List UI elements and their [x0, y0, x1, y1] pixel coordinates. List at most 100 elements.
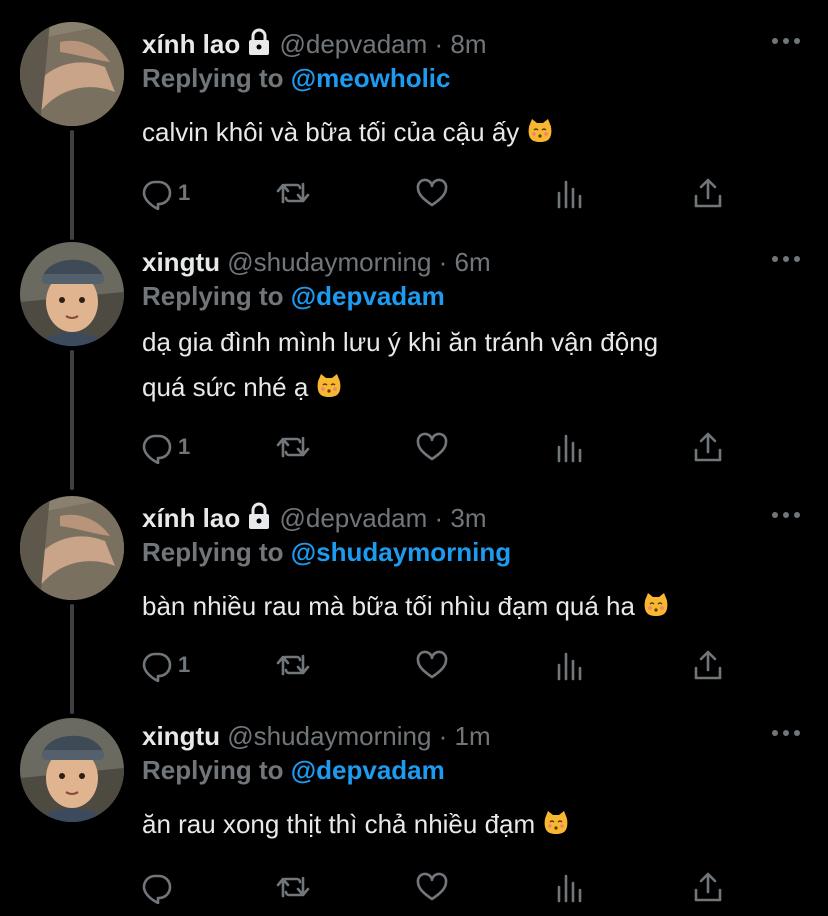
more-icon[interactable] [772, 512, 800, 520]
share-icon [694, 650, 722, 680]
retweet-button[interactable] [276, 176, 310, 210]
display-name[interactable]: xính lao [142, 503, 240, 533]
avatar-image [20, 496, 124, 600]
avatar-image [20, 718, 124, 822]
like-icon [416, 872, 448, 901]
reply-count: 1 [178, 434, 191, 459]
analytics-icon [557, 180, 582, 209]
reply-icon [142, 434, 172, 464]
separator-dot: · [427, 29, 451, 59]
reply-button[interactable]: 1 [140, 176, 190, 210]
user-handle[interactable]: @shudaymorning [227, 247, 431, 277]
reply-count: 1 [178, 180, 191, 205]
kissing-cat-emoji [317, 374, 341, 397]
tweet-text: bàn nhiều rau mà bữa tối nhìu đạm quá ha [142, 584, 782, 629]
analytics-icon [557, 652, 582, 681]
display-name[interactable]: xính lao [142, 29, 240, 59]
tweet-header: xính lao @depvadam · 3m [142, 502, 487, 534]
avatar-image [20, 242, 124, 346]
like-icon [416, 178, 448, 207]
tweet-actions: 1 [140, 176, 740, 210]
like-icon [416, 650, 448, 679]
display-name[interactable]: xingtu [142, 247, 220, 277]
reply-button[interactable]: 1 [140, 648, 190, 682]
separator-dot: · [431, 247, 455, 277]
separator-dot: · [427, 503, 451, 533]
analytics-button[interactable] [553, 870, 587, 904]
tweet-text-line: dạ gia đình mình lưu ý khi ăn tránh vận … [142, 327, 659, 357]
tweet-text-content: quá sức nhé ạ [142, 372, 309, 402]
more-icon[interactable] [772, 38, 800, 46]
avatar[interactable] [20, 22, 124, 126]
user-handle[interactable]: @depvadam [279, 29, 427, 59]
mention-link[interactable]: @depvadam [291, 281, 445, 311]
like-button[interactable] [415, 648, 449, 682]
tweet-header: xingtu @shudaymorning · 6m [142, 246, 491, 278]
retweet-button[interactable] [276, 870, 310, 904]
timestamp[interactable]: 1m [455, 721, 491, 751]
display-name[interactable]: xingtu [142, 721, 220, 751]
mention-link[interactable]: @meowholic [291, 63, 451, 93]
tweet-header: xingtu @shudaymorning · 1m [142, 720, 491, 752]
tweet-text: calvin khôi và bữa tối của cậu ấy [142, 110, 782, 155]
share-icon [694, 432, 722, 462]
share-button[interactable] [691, 870, 725, 904]
replying-to: Replying to @shudaymorning [142, 536, 511, 568]
lock-icon [246, 502, 272, 530]
lock-icon [246, 28, 272, 56]
tweet-text: ăn rau xong thịt thì chả nhiều đạm [142, 802, 782, 847]
replying-prefix: Replying to [142, 755, 291, 785]
tweet-text-content: calvin khôi và bữa tối của cậu ấy [142, 117, 520, 147]
avatar[interactable] [20, 242, 124, 346]
share-button[interactable] [691, 648, 725, 682]
kissing-cat-emoji [644, 593, 668, 616]
reply-icon [142, 180, 172, 210]
reply-button[interactable]: 1 [140, 430, 190, 464]
analytics-icon [557, 434, 582, 463]
tweet-text: dạ gia đình mình lưu ý khi ăn tránh vận … [142, 320, 782, 410]
retweet-icon [276, 182, 310, 204]
analytics-button[interactable] [553, 430, 587, 464]
avatar[interactable] [20, 496, 124, 600]
timestamp[interactable]: 8m [450, 29, 486, 59]
tweet-actions: 1 [140, 648, 740, 682]
mention-link[interactable]: @shudaymorning [291, 537, 511, 567]
like-button[interactable] [415, 870, 449, 904]
user-handle[interactable]: @shudaymorning [227, 721, 431, 751]
thread-line [70, 604, 74, 714]
more-icon[interactable] [772, 256, 800, 264]
like-button[interactable] [415, 430, 449, 464]
avatar[interactable] [20, 718, 124, 822]
share-button[interactable] [691, 430, 725, 464]
tweet-header: xính lao @depvadam · 8m [142, 28, 487, 60]
retweet-icon [276, 436, 310, 458]
like-icon [416, 432, 448, 461]
more-icon[interactable] [772, 730, 800, 738]
replying-prefix: Replying to [142, 281, 291, 311]
user-handle[interactable]: @depvadam [279, 503, 427, 533]
tweet-text-content: bàn nhiều rau mà bữa tối nhìu đạm quá ha [142, 591, 635, 621]
replying-prefix: Replying to [142, 537, 291, 567]
analytics-icon [557, 874, 582, 903]
replying-to: Replying to @depvadam [142, 280, 445, 312]
tweet-actions [140, 870, 740, 904]
share-button[interactable] [691, 176, 725, 210]
analytics-button[interactable] [553, 648, 587, 682]
kissing-cat-emoji [528, 119, 552, 142]
share-icon [694, 178, 722, 208]
timestamp[interactable]: 3m [450, 503, 486, 533]
retweet-button[interactable] [276, 648, 310, 682]
thread-line [70, 130, 74, 240]
tweet-text-content: ăn rau xong thịt thì chả nhiều đạm [142, 809, 536, 839]
like-button[interactable] [415, 176, 449, 210]
separator-dot: · [431, 721, 455, 751]
mention-link[interactable]: @depvadam [291, 755, 445, 785]
retweet-icon [276, 876, 310, 898]
timestamp[interactable]: 6m [455, 247, 491, 277]
reply-button[interactable] [140, 870, 178, 904]
analytics-button[interactable] [553, 176, 587, 210]
retweet-button[interactable] [276, 430, 310, 464]
replying-prefix: Replying to [142, 63, 291, 93]
share-icon [694, 872, 722, 902]
retweet-icon [276, 654, 310, 676]
